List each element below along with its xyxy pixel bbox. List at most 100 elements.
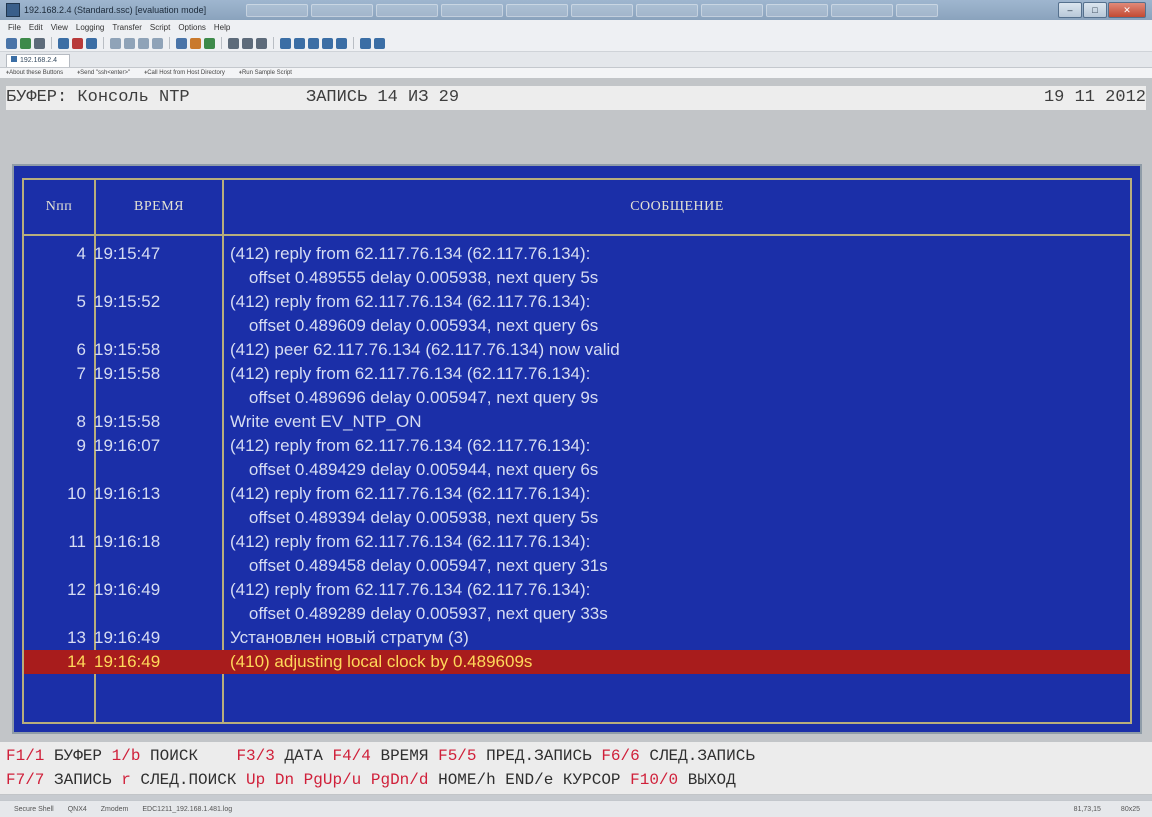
toolbar <box>0 35 1152 52</box>
status-emulation: QNX4 <box>67 805 87 813</box>
copy-paste-icon[interactable] <box>138 37 149 49</box>
about-icon[interactable] <box>360 37 371 49</box>
cell-time: 19:15:58 <box>94 412 161 431</box>
table-row[interactable]: 7 19:15:58 (412) reply from 62.117.76.134 … <box>24 362 1130 386</box>
copy-icon[interactable] <box>110 37 121 49</box>
menu-view[interactable]: View <box>51 23 68 32</box>
disconnect-icon[interactable] <box>72 37 83 49</box>
table-row[interactable]: 10 19:16:13 (412) reply from 62.117.76.134… <box>24 482 1130 506</box>
cell-time: 19:16:13 <box>94 484 161 503</box>
table-row[interactable]: offset 0.489289 delay 0.005937, next que… <box>24 602 1130 626</box>
script-icon[interactable] <box>294 37 305 49</box>
toolbar-separator <box>169 37 170 49</box>
sftp-icon[interactable] <box>190 37 201 49</box>
record-counter: ЗАПИСЬ 14 ИЗ 29 <box>306 88 460 107</box>
reconnect-icon[interactable] <box>58 37 69 49</box>
table-row[interactable]: offset 0.489609 delay 0.005934, next que… <box>24 314 1130 338</box>
connect-icon[interactable] <box>6 37 17 49</box>
table-row[interactable]: offset 0.489696 delay 0.005947, next que… <box>24 386 1130 410</box>
layout-icon[interactable] <box>374 37 385 49</box>
title-bar: 192.168.2.4 (Standard.ssc) [evaluation m… <box>0 0 1152 20</box>
function-key-label: ПРЕД.ЗАПИСЬ <box>476 747 602 765</box>
menu-transfer[interactable]: Transfer <box>112 23 142 32</box>
function-key[interactable]: F3/3 <box>236 747 274 765</box>
quick-connect-icon[interactable] <box>20 37 31 49</box>
settings-icon[interactable] <box>204 37 215 49</box>
button-call-host[interactable]: Call Host from Host Directory <box>144 70 225 76</box>
cell-message: (412) reply from 62.117.76.134 (62.117.7… <box>230 292 591 311</box>
function-key[interactable]: Up Dn PgUp/u PgDn/d <box>246 771 428 789</box>
button-run-script[interactable]: Run Sample Script <box>239 70 292 76</box>
maximize-button[interactable]: □ <box>1083 2 1107 18</box>
status-bar: Secure Shell QNX4 Zmodem EDC1211_192.168… <box>0 800 1152 817</box>
cell-time: 19:15:58 <box>94 364 161 383</box>
log-icon[interactable] <box>256 37 267 49</box>
cell-num: 11 <box>68 532 86 551</box>
cell-time: 19:15:58 <box>94 340 161 359</box>
font-icon[interactable] <box>322 37 333 49</box>
cell-num: 4 <box>76 244 86 263</box>
function-keys-line-1: F1/1 БУФЕР 1/b ПОИСК F3/3 ДАТА F4/4 ВРЕМ… <box>6 744 755 768</box>
cell-message: offset 0.489555 delay 0.005938, next que… <box>230 268 599 287</box>
function-key-label: СЛЕД.ЗАПИСЬ <box>639 747 755 765</box>
table-row[interactable]: 4 19:15:47 (412) reply from 62.117.76.134 … <box>24 242 1130 266</box>
column-header-time: ВРЕМЯ <box>134 199 184 214</box>
table-row[interactable]: 13 19:16:49 Установлен новый стратум (3) <box>24 626 1130 650</box>
menu-help[interactable]: Help <box>214 23 230 32</box>
minimize-button[interactable]: – <box>1058 2 1082 18</box>
function-key[interactable]: r <box>121 771 131 789</box>
table-row[interactable]: 5 19:15:52 (412) reply from 62.117.76.134 … <box>24 290 1130 314</box>
cell-message: (412) reply from 62.117.76.134 (62.117.7… <box>230 532 591 551</box>
cell-message: (410) adjusting local clock by 0.489609s <box>230 652 533 671</box>
cell-time: 19:16:49 <box>94 580 161 599</box>
button-about[interactable]: About these Buttons <box>6 70 63 76</box>
menu-file[interactable]: File <box>8 23 21 32</box>
function-key[interactable]: F4/4 <box>332 747 370 765</box>
menu-script[interactable]: Script <box>150 23 170 32</box>
key-map-icon[interactable] <box>228 37 239 49</box>
find-icon[interactable] <box>152 37 163 49</box>
function-key[interactable]: F1/1 <box>6 747 44 765</box>
global-options-icon[interactable] <box>242 37 253 49</box>
function-key-label: БУФЕР <box>44 747 112 765</box>
button-send-ssh[interactable]: Send "ssh<enter>" <box>77 70 130 76</box>
function-key[interactable]: F6/6 <box>601 747 639 765</box>
paste-icon[interactable] <box>124 37 135 49</box>
function-key[interactable]: F7/7 <box>6 771 44 789</box>
menu-edit[interactable]: Edit <box>29 23 43 32</box>
help-icon[interactable] <box>336 37 347 49</box>
table-row[interactable]: 6 19:15:58 (412) peer 62.117.76.134 (62.11… <box>24 338 1130 362</box>
table-row[interactable]: 12 19:16:49 (412) reply from 62.117.76.134… <box>24 578 1130 602</box>
menu-logging[interactable]: Logging <box>76 23 104 32</box>
cell-message: (412) reply from 62.117.76.134 (62.117.7… <box>230 436 591 455</box>
cell-num: 8 <box>76 412 86 431</box>
table-row[interactable]: offset 0.489458 delay 0.005947, next que… <box>24 554 1130 578</box>
session-tab[interactable]: 192.168.2.4 <box>6 54 70 67</box>
menu-options[interactable]: Options <box>178 23 206 32</box>
cell-time: 19:15:52 <box>94 292 161 311</box>
function-key[interactable]: F10/0 <box>630 771 678 789</box>
toolbar-separator <box>221 37 222 49</box>
close-button[interactable]: ✕ <box>1108 2 1146 18</box>
keymap-editor-icon[interactable] <box>280 37 291 49</box>
status-transfer: Zmodem <box>100 805 129 813</box>
table-row[interactable]: offset 0.489555 delay 0.005938, next que… <box>24 266 1130 290</box>
table-row[interactable]: 8 19:15:58 Write event EV_NTP_ON <box>24 410 1130 434</box>
table-row[interactable]: 11 19:16:18 (412) reply from 62.117.76.134… <box>24 530 1130 554</box>
table-row[interactable]: offset 0.489394 delay 0.005938, next que… <box>24 506 1130 530</box>
cell-num: 13 <box>67 628 86 647</box>
table-row[interactable]: offset 0.489429 delay 0.005944, next que… <box>24 458 1130 482</box>
tab-icon[interactable] <box>34 37 45 49</box>
print-icon[interactable] <box>176 37 187 49</box>
session-tab-label: 192.168.2.4 <box>20 57 57 64</box>
status-terminal-size: 80x25 <box>1120 805 1140 813</box>
cell-message: (412) reply from 62.117.76.134 (62.117.7… <box>230 364 591 383</box>
zoom-icon[interactable] <box>308 37 319 49</box>
app-icon <box>6 3 20 17</box>
session-options-icon[interactable] <box>86 37 97 49</box>
function-key[interactable]: F5/5 <box>438 747 476 765</box>
function-key[interactable]: 1/b <box>112 747 141 765</box>
table-row-selected[interactable]: 14 19:16:49 (410) adjusting local clock by… <box>24 650 1130 674</box>
header-divider <box>24 234 1130 236</box>
table-row[interactable]: 9 19:16:07 (412) reply from 62.117.76.134 … <box>24 434 1130 458</box>
